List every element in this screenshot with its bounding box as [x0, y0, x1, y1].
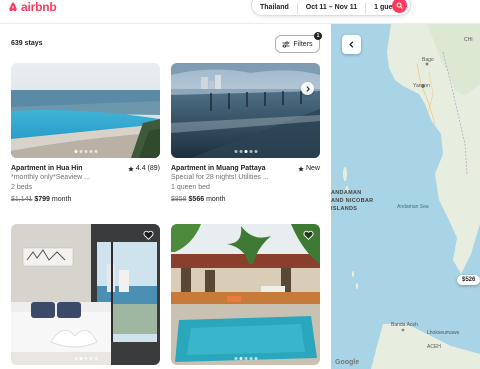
original-price: $1,141: [11, 196, 33, 203]
rating-value: New: [305, 165, 320, 172]
map-label: Yangon: [413, 83, 430, 89]
pager-dot[interactable]: [244, 357, 247, 360]
search-icon: [396, 2, 403, 9]
listing-rating: 4.4 (89): [128, 164, 160, 173]
listing-rating: New: [298, 164, 320, 173]
listing-beds: 2 beds: [11, 184, 33, 191]
pager-dot[interactable]: [89, 150, 92, 153]
filters-button[interactable]: Filters 1: [275, 32, 322, 53]
listing-description: Special for 28 nights! Utilities ...: [171, 174, 269, 181]
map-label: AND NICOBAR: [331, 198, 374, 204]
listing-photo[interactable]: [11, 63, 160, 158]
heart-icon[interactable]: [303, 230, 314, 240]
listing-title[interactable]: Apartment in Hua Hin: [11, 164, 83, 173]
listing-image: [11, 224, 160, 365]
listing-card[interactable]: Apartment in Hua Hin 4.4 (89) *monthly o…: [11, 63, 160, 205]
pager-dot[interactable]: [249, 150, 252, 153]
pager-dot[interactable]: [254, 357, 257, 360]
listing-description: *monthly only*Seaview ...: [11, 174, 90, 181]
pager-dot[interactable]: [79, 357, 82, 360]
sliders-icon: [282, 40, 290, 48]
collapse-map-button[interactable]: [342, 35, 361, 54]
pager-dot[interactable]: [94, 357, 97, 360]
discounted-price: $799: [34, 196, 50, 203]
star-icon: [128, 165, 134, 172]
pager-dot[interactable]: [94, 150, 97, 153]
airbnb-logo[interactable]: airbnb: [7, 0, 57, 14]
map-canvas[interactable]: [331, 24, 480, 369]
heart-icon[interactable]: [143, 230, 154, 240]
photo-pager[interactable]: [74, 150, 97, 153]
chevron-left-icon: [349, 41, 354, 48]
dates-field[interactable]: Oct 11 – Nov 11: [298, 2, 365, 14]
listing-photo[interactable]: [171, 224, 320, 365]
pager-dot[interactable]: [74, 357, 77, 360]
map-label: ACEH: [427, 344, 441, 350]
listing-image: [171, 224, 320, 365]
search-bar[interactable]: Thailand Oct 11 – Nov 11 1 guest: [251, 0, 411, 16]
listing-card[interactable]: [171, 224, 320, 365]
listing-card[interactable]: [11, 224, 160, 365]
map-panel[interactable]: Bago Yangon CHI ANDAMAN AND NICOBAR ISLA…: [331, 24, 480, 369]
discounted-price: $566: [188, 196, 205, 203]
map-label: Lhokseumawe: [427, 330, 460, 336]
listing-beds: 1 queen bed: [171, 184, 210, 191]
map-label: ANDAMAN: [331, 190, 362, 196]
pager-dot[interactable]: [84, 357, 87, 360]
next-photo-button[interactable]: [301, 82, 314, 95]
listing-photo[interactable]: [171, 63, 320, 158]
top-header: airbnb Thailand Oct 11 – Nov 11 1 guest: [0, 0, 480, 24]
listing-image: [171, 63, 320, 158]
listing-title[interactable]: Apartment in Muang Pattaya: [171, 164, 266, 173]
pager-dot[interactable]: [74, 150, 77, 153]
pager-dot[interactable]: [234, 357, 237, 360]
map-label: Banda Aceh: [391, 322, 418, 328]
listing-photo[interactable]: [11, 224, 160, 365]
listing-card[interactable]: Apartment in Muang Pattaya New Special f…: [171, 63, 320, 205]
google-attribution: Google: [335, 359, 360, 366]
chevron-right-icon: [306, 85, 310, 92]
price-period: month: [206, 196, 226, 203]
brand-name: airbnb: [21, 0, 57, 14]
pager-dot[interactable]: [79, 150, 82, 153]
map-label: ISLANDS: [331, 206, 358, 212]
listing-price: $858 $566 month: [171, 195, 320, 205]
photo-pager[interactable]: [74, 357, 97, 360]
airbnb-logo-icon: [9, 2, 17, 12]
filters-label: Filters: [293, 40, 313, 48]
pager-dot[interactable]: [249, 357, 252, 360]
photo-pager[interactable]: [234, 357, 257, 360]
map-price-marker[interactable]: $526: [457, 275, 480, 285]
pager-dot[interactable]: [89, 357, 92, 360]
photo-pager[interactable]: [234, 150, 257, 153]
listing-price: $1,141 $799 month: [11, 195, 160, 205]
pager-dot[interactable]: [84, 150, 87, 153]
pager-dot[interactable]: [254, 150, 257, 153]
map-label: CHI: [464, 37, 473, 43]
filters-count-badge: 1: [314, 32, 322, 40]
pager-dot[interactable]: [239, 357, 242, 360]
price-period: month: [51, 196, 72, 203]
results-count: 639 stays: [11, 40, 43, 47]
pager-dot[interactable]: [239, 150, 242, 153]
original-price: $858: [171, 196, 187, 203]
map-label: Bago: [422, 57, 434, 63]
listing-image: [11, 63, 160, 158]
rating-value: 4.4 (89): [135, 165, 160, 172]
location-field[interactable]: Thailand: [252, 2, 297, 14]
map-label: Andaman Sea: [397, 204, 429, 210]
pager-dot[interactable]: [234, 150, 237, 153]
star-icon: [298, 165, 304, 172]
pager-dot[interactable]: [244, 150, 247, 153]
